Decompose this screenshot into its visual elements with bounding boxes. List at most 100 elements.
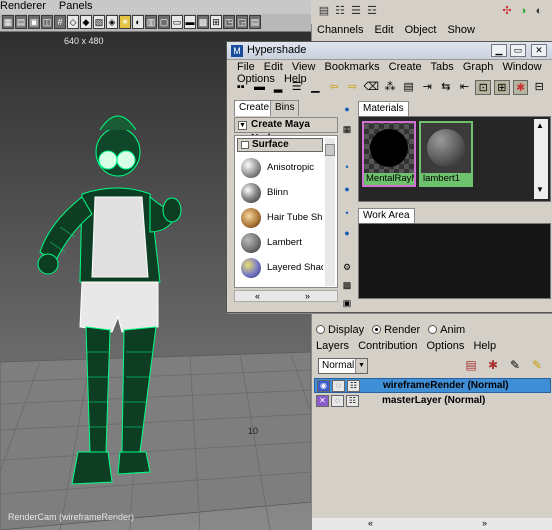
bottom-tabs-icon[interactable]: ▂ — [270, 80, 286, 95]
menu-channels[interactable]: Channels — [317, 24, 363, 36]
camera-icon[interactable]: ▩ — [340, 278, 354, 292]
channel-box-icon[interactable]: ▤ — [317, 4, 331, 18]
tab-work-area[interactable]: Work Area — [358, 208, 415, 223]
menu-file[interactable]: File — [237, 61, 255, 73]
axis-icon[interactable]: ✣ — [500, 4, 514, 18]
layer-row-wireframe-render[interactable]: ◉ ◌ ☷ wireframeRender (Normal) — [314, 378, 551, 393]
menu-bookmarks[interactable]: Bookmarks — [325, 61, 380, 73]
sphere-icon[interactable]: ● — [340, 102, 354, 116]
menu-edit[interactable]: Edit — [264, 61, 283, 73]
new-layer-selected-icon[interactable]: ✎ — [528, 356, 546, 374]
surface-category[interactable]: Surface — [237, 138, 323, 152]
input-connections-icon[interactable]: ⇥ — [419, 80, 435, 95]
menu-layers[interactable]: Layers — [316, 340, 349, 352]
clear-graph-icon[interactable]: ⌫ — [363, 80, 380, 95]
shader-item-lambert[interactable]: Lambert — [237, 231, 323, 255]
tab-bins[interactable]: Bins — [270, 100, 300, 116]
materials-scrollbar[interactable]: ▲ ▼ — [534, 119, 548, 199]
hide-tabs-icon[interactable]: ▁ — [308, 80, 324, 95]
shader-item-hair-tube[interactable]: Hair Tube Shader — [237, 206, 323, 230]
graph-toggle-icon[interactable]: ⊞ — [494, 80, 510, 95]
rearrange-graph-icon[interactable]: ⁂ — [382, 80, 398, 95]
shader-list[interactable]: Surface Anisotropic Blinn Hair Tube Shad… — [234, 135, 338, 288]
minimize-icon[interactable]: ▁ — [491, 44, 507, 57]
menu-tabs[interactable]: Tabs — [431, 61, 454, 73]
presets-icon[interactable]: ☷ — [346, 395, 359, 407]
sphere-icon[interactable]: ● — [340, 182, 354, 196]
menu-contribution[interactable]: Contribution — [358, 340, 417, 352]
texture-grid-icon[interactable]: ▦ — [340, 122, 354, 136]
maximize-icon[interactable]: ▭ — [510, 44, 526, 57]
back-arrow-icon[interactable]: ⇦ — [326, 80, 342, 95]
shader-list-scrollbar[interactable] — [325, 138, 335, 286]
dot-icon[interactable]: • — [340, 206, 354, 220]
menu-renderer[interactable]: Renderer — [0, 0, 46, 12]
both-tabs-icon[interactable]: ☰ — [289, 80, 305, 95]
tab-materials[interactable]: Materials — [358, 101, 409, 116]
scroll-left-icon[interactable]: « — [368, 518, 373, 528]
radio-display[interactable]: Display — [316, 324, 364, 336]
graph-materials-icon[interactable]: ▤ — [401, 80, 417, 95]
shader-item-anisotropic[interactable]: Anisotropic — [237, 156, 323, 180]
field-chart-icon[interactable]: ⊞ — [210, 15, 222, 29]
ipr-icon[interactable]: ⊟ — [531, 80, 547, 95]
presets-icon[interactable]: ☷ — [347, 380, 360, 392]
swatch-toggle-icon[interactable]: ⊡ — [475, 80, 492, 95]
menu-view[interactable]: View — [292, 61, 316, 73]
material-swatch-lambert1[interactable]: lambert1 — [419, 121, 473, 187]
lights-icon[interactable]: ▣ — [340, 296, 354, 310]
sphere-icon[interactable]: ● — [340, 226, 354, 240]
materials-panel[interactable]: MentalRayMaterial lambert1 ▲ ▼ — [358, 116, 551, 202]
menu-window[interactable]: Window — [502, 61, 541, 73]
toggle-create-bar-icon[interactable]: ▪▪ — [233, 80, 249, 95]
color-wheel-icon[interactable]: ◑ — [516, 4, 530, 18]
dot-icon[interactable]: • — [340, 160, 354, 174]
layer-editor-icon[interactable]: ☲ — [365, 4, 379, 18]
render-icon[interactable]: ✱ — [512, 80, 529, 95]
scroll-up-icon[interactable]: ▲ — [536, 121, 544, 130]
top-tabs-icon[interactable]: ▬ — [252, 80, 268, 95]
render-settings-icon[interactable]: ▤ — [462, 356, 480, 374]
renderable-icon[interactable]: ◉ — [317, 380, 330, 392]
film-gate-icon[interactable]: ▭ — [171, 15, 183, 29]
create-node-dropdown[interactable]: ▼ Create Maya Nodes — [234, 117, 338, 144]
scroll-down-icon[interactable]: ▼ — [536, 185, 544, 194]
lighting-icon[interactable]: ☀ — [119, 15, 131, 29]
menu-help[interactable]: Help — [473, 340, 496, 352]
new-layer-icon[interactable]: ✎ — [506, 356, 524, 374]
camera-attr-icon[interactable]: ▦ — [2, 15, 14, 29]
tab-create[interactable]: Create — [234, 100, 275, 116]
texture-icon[interactable]: ▧ — [93, 15, 105, 29]
in-out-connections-icon[interactable]: ⇆ — [438, 80, 454, 95]
bookmark-icon[interactable]: ▤ — [15, 15, 27, 29]
contrast-icon[interactable]: ◐ — [532, 4, 546, 18]
wire-on-shaded-icon[interactable]: ◈ — [106, 15, 118, 29]
menu-panels[interactable]: Panels — [59, 0, 93, 12]
tool-settings-icon[interactable]: ☰ — [349, 4, 363, 18]
utility-icon[interactable]: ⚙ — [340, 260, 354, 274]
safe-title-icon[interactable]: ◲ — [236, 15, 248, 29]
menu-object[interactable]: Object — [405, 24, 437, 36]
create-pane-hscroll[interactable]: « » — [234, 290, 338, 302]
menu-create[interactable]: Create — [389, 61, 422, 73]
isolate-icon[interactable]: ▢ — [158, 15, 170, 29]
scroll-right-icon[interactable]: » — [305, 291, 310, 301]
gate-mask-icon[interactable]: ▩ — [197, 15, 209, 29]
hypershade-window[interactable]: M Hypershade ▁ ▭ ✕ File Edit View Bookma… — [226, 41, 552, 313]
output-connections-icon[interactable]: ⇤ — [457, 80, 473, 95]
scrollbar-thumb[interactable] — [325, 144, 335, 156]
attribute-editor-icon[interactable]: ☷ — [333, 4, 347, 18]
scroll-right-icon[interactable]: » — [482, 518, 487, 528]
renderable-icon[interactable]: ✕ — [316, 395, 329, 407]
shader-item-blinn[interactable]: Blinn — [237, 181, 323, 205]
forward-arrow-icon[interactable]: ⇨ — [345, 80, 361, 95]
layer-row-master[interactable]: ✕ ◌ ☷ masterLayer (Normal) — [314, 394, 551, 409]
radio-render[interactable]: Render — [372, 324, 420, 336]
grid-icon[interactable]: # — [54, 15, 66, 29]
image-plane-icon[interactable]: ▣ — [28, 15, 40, 29]
material-swatch-mentalray[interactable]: MentalRayMaterial — [362, 121, 416, 187]
close-icon[interactable]: ✕ — [531, 44, 547, 57]
shadows-icon[interactable]: ◐ — [132, 15, 144, 29]
menu-show[interactable]: Show — [447, 24, 475, 36]
resolution-gate-icon[interactable]: ▬ — [184, 15, 196, 29]
